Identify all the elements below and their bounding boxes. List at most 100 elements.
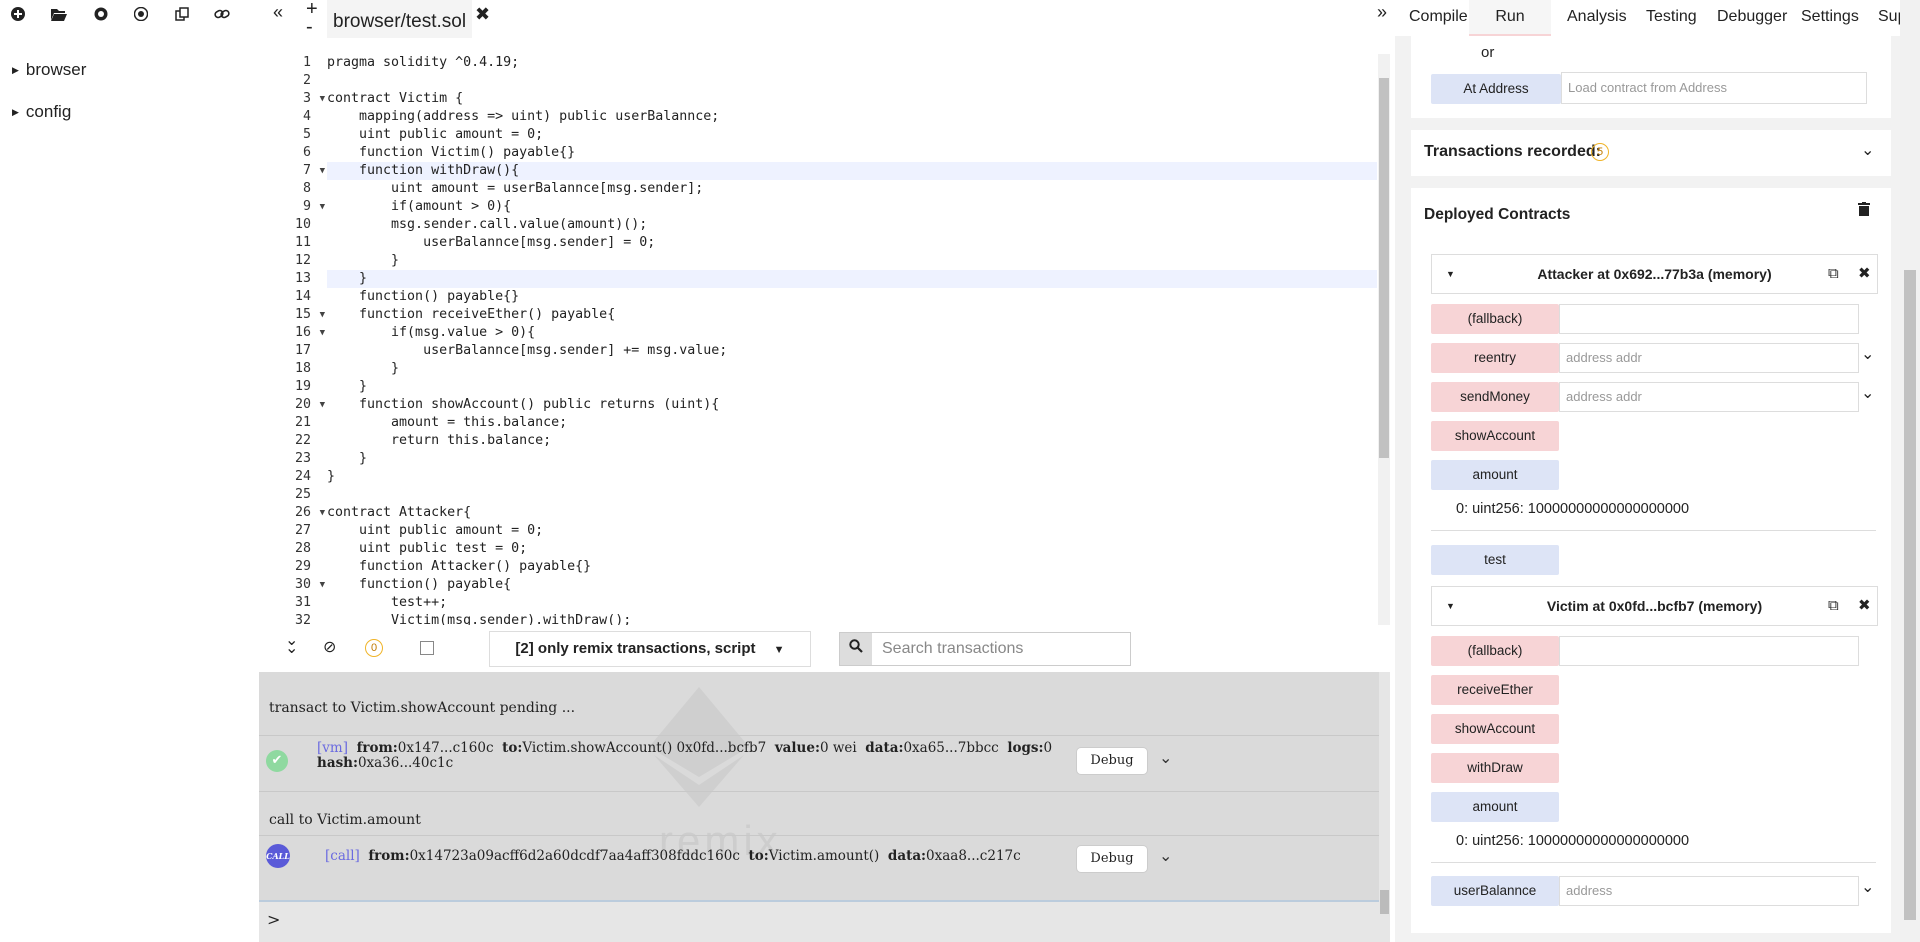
plus-icon[interactable] bbox=[8, 7, 28, 27]
tree-item-browser[interactable]: ▶ browser bbox=[12, 60, 86, 80]
fold-caret-icon[interactable]: ▼ bbox=[320, 504, 325, 522]
trash-icon[interactable] bbox=[1858, 202, 1870, 220]
fold-caret-icon[interactable]: ▼ bbox=[320, 306, 325, 324]
search-input[interactable]: Search transactions bbox=[882, 633, 1023, 665]
fallback-input[interactable] bbox=[1559, 636, 1859, 666]
fallback-button[interactable]: (fallback) bbox=[1431, 304, 1559, 334]
showaccount-button[interactable]: showAccount bbox=[1431, 714, 1559, 744]
fold-caret-icon[interactable]: ▼ bbox=[320, 324, 325, 342]
chevron-down-icon[interactable]: ⌄ bbox=[1861, 383, 1874, 403]
receiveether-button[interactable]: receiveEther bbox=[1431, 675, 1559, 705]
fold-caret-icon[interactable]: ▼ bbox=[320, 198, 325, 216]
code-line[interactable]: function showAccount() public returns (u… bbox=[327, 396, 1377, 414]
github-icon[interactable] bbox=[91, 7, 111, 27]
withdraw-button[interactable]: withDraw bbox=[1431, 753, 1559, 783]
tx-log-row[interactable]: ✔ [vm] from:0x147...c160c to:Victim.show… bbox=[259, 735, 1379, 792]
code-line[interactable]: contract Attacker{ bbox=[327, 504, 1377, 522]
chevron-down-icon[interactable]: ⌄ bbox=[1861, 877, 1874, 897]
userbalannce-input[interactable]: address bbox=[1559, 876, 1859, 906]
showaccount-button[interactable]: showAccount bbox=[1431, 421, 1559, 451]
chevron-down-icon[interactable]: ⌄ bbox=[1159, 748, 1172, 767]
transaction-filter-select[interactable]: [2] only remix transactions, script ▼ bbox=[489, 631, 811, 667]
code-line[interactable]: function Victim() payable{} bbox=[327, 144, 1377, 162]
sendmoney-button[interactable]: sendMoney bbox=[1431, 382, 1559, 412]
code-line[interactable]: uint public amount = 0; bbox=[327, 522, 1377, 540]
tab-compile[interactable]: Compile bbox=[1409, 0, 1468, 34]
instance-header-victim[interactable]: ▼ Victim at 0x0fd...bcfb7 (memory) ⧉ ✖ bbox=[1431, 586, 1878, 626]
folder-open-icon[interactable] bbox=[49, 7, 69, 27]
terminal-input[interactable]: > bbox=[259, 900, 1379, 942]
userbalannce-button[interactable]: userBalannce bbox=[1431, 876, 1559, 906]
close-icon[interactable]: ✖ bbox=[1858, 587, 1871, 625]
clear-terminal-icon[interactable]: ⊘ bbox=[323, 637, 336, 657]
tab-testing[interactable]: Testing bbox=[1646, 0, 1697, 34]
decrease-font-icon[interactable]: - bbox=[306, 16, 313, 39]
close-tab-icon[interactable]: ✖ bbox=[475, 0, 490, 36]
code-line[interactable]: mapping(address => uint) public userBala… bbox=[327, 108, 1377, 126]
sendmoney-input[interactable]: address addr bbox=[1559, 382, 1859, 412]
chevron-down-icon[interactable]: ⌄ bbox=[1861, 344, 1874, 364]
search-icon[interactable] bbox=[840, 633, 872, 665]
code-line[interactable]: if(msg.value > 0){ bbox=[327, 324, 1377, 342]
code-line[interactable]: } bbox=[327, 468, 1377, 486]
terminal-scroll-thumb[interactable] bbox=[1380, 890, 1389, 914]
code-line[interactable]: function withDraw(){ bbox=[327, 162, 1377, 180]
fallback-button[interactable]: (fallback) bbox=[1431, 636, 1559, 666]
editor-scroll-thumb[interactable] bbox=[1379, 78, 1389, 458]
fold-caret-icon[interactable]: ▼ bbox=[320, 90, 325, 108]
copy-icon[interactable]: ⧉ bbox=[1828, 255, 1839, 293]
code-line[interactable]: amount = this.balance; bbox=[327, 414, 1377, 432]
link-icon[interactable] bbox=[212, 7, 232, 27]
code-line[interactable]: } bbox=[327, 252, 1377, 270]
reentry-button[interactable]: reentry bbox=[1431, 343, 1559, 373]
code-line[interactable]: userBalannce[msg.sender] = 0; bbox=[327, 234, 1377, 252]
code-line[interactable]: } bbox=[327, 270, 1377, 288]
right-panel-scroll-thumb[interactable] bbox=[1904, 270, 1916, 920]
code-line[interactable]: uint amount = userBalannce[msg.sender]; bbox=[327, 180, 1377, 198]
code-line[interactable]: } bbox=[327, 378, 1377, 396]
code-line[interactable]: uint public test = 0; bbox=[327, 540, 1377, 558]
reentry-input[interactable]: address addr bbox=[1559, 343, 1859, 373]
tab-browser-test-sol[interactable]: browser/test.sol ✖ bbox=[327, 0, 490, 38]
code-line[interactable]: return this.balance; bbox=[327, 432, 1377, 450]
code-line[interactable]: } bbox=[327, 450, 1377, 468]
call-log-row[interactable]: CALL [call] from:0x14723a09acff6d2a60dcd… bbox=[259, 835, 1379, 892]
collapse-right-icon[interactable]: » bbox=[1377, 2, 1387, 23]
close-icon[interactable]: ✖ bbox=[1858, 255, 1871, 293]
chevron-down-icon[interactable]: ⌄ bbox=[1861, 140, 1874, 160]
code-line[interactable]: if(amount > 0){ bbox=[327, 198, 1377, 216]
instance-header-attacker[interactable]: ▼ Attacker at 0x692...77b3a (memory) ⧉ ✖ bbox=[1431, 254, 1878, 294]
code-line[interactable] bbox=[327, 486, 1377, 504]
code-line[interactable]: contract Victim { bbox=[327, 90, 1377, 108]
transactions-recorded-card[interactable]: Transactions recorded: 5 ⌄ bbox=[1411, 130, 1891, 176]
github-icon[interactable] bbox=[131, 6, 151, 27]
terminal-scrollbar[interactable] bbox=[1379, 672, 1390, 942]
debug-button[interactable]: Debug bbox=[1077, 846, 1147, 872]
at-address-button[interactable]: At Address bbox=[1431, 74, 1561, 104]
test-button[interactable]: test bbox=[1431, 545, 1559, 575]
tab-debugger[interactable]: Debugger bbox=[1717, 0, 1787, 34]
code-line[interactable] bbox=[327, 72, 1377, 90]
code-line[interactable]: function Attacker() payable{} bbox=[327, 558, 1377, 576]
editor-scrollbar[interactable] bbox=[1378, 54, 1390, 625]
copy-icon[interactable] bbox=[172, 7, 192, 27]
code-line[interactable]: function() payable{ bbox=[327, 576, 1377, 594]
tab-analysis[interactable]: Analysis bbox=[1567, 0, 1627, 34]
code-line[interactable]: pragma solidity ^0.4.19; bbox=[327, 54, 1377, 72]
fallback-input[interactable] bbox=[1559, 304, 1859, 334]
amount-button[interactable]: amount bbox=[1431, 792, 1559, 822]
fold-caret-icon[interactable]: ▼ bbox=[320, 576, 325, 594]
code-area[interactable]: pragma solidity ^0.4.19; contract Victim … bbox=[327, 54, 1377, 625]
listen-network-checkbox[interactable] bbox=[420, 641, 434, 655]
code-line[interactable]: uint public amount = 0; bbox=[327, 126, 1377, 144]
search-transactions[interactable]: Search transactions bbox=[839, 632, 1131, 666]
right-panel-scrollbar[interactable] bbox=[1900, 0, 1920, 942]
fold-caret-icon[interactable]: ▼ bbox=[320, 162, 325, 180]
amount-button[interactable]: amount bbox=[1431, 460, 1559, 490]
code-line[interactable]: } bbox=[327, 360, 1377, 378]
at-address-input[interactable]: Load contract from Address bbox=[1561, 72, 1867, 104]
collapse-left-icon[interactable]: « bbox=[273, 2, 283, 23]
tab-run[interactable]: Run bbox=[1469, 0, 1551, 36]
code-line[interactable]: function() payable{} bbox=[327, 288, 1377, 306]
tab-settings[interactable]: Settings bbox=[1801, 0, 1859, 34]
